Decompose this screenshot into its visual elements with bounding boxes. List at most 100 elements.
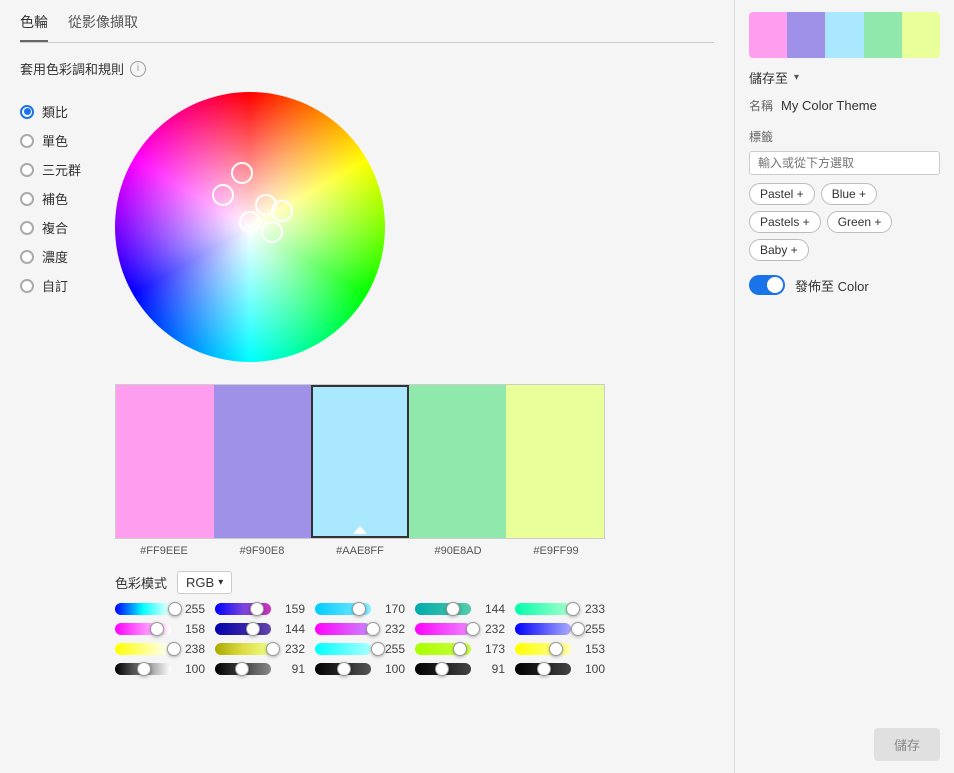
slider-track-1-0[interactable] — [215, 603, 271, 615]
slider-track-3-3[interactable] — [415, 663, 471, 675]
slider-thumb-2-0[interactable] — [352, 602, 366, 616]
slider-thumb-4-0[interactable] — [566, 602, 580, 616]
slider-thumb-3-0[interactable] — [446, 602, 460, 616]
swatch-0[interactable] — [116, 385, 214, 538]
slider-track-1-3[interactable] — [215, 663, 271, 675]
radio-monochrome[interactable]: 單色 — [20, 131, 95, 150]
slider-value-3-2: 173 — [477, 642, 505, 656]
slider-track-0-1[interactable] — [115, 623, 171, 635]
wheel-dot-1[interactable] — [212, 184, 234, 206]
wheel-dot-5[interactable] — [255, 194, 277, 216]
slider-thumb-4-3[interactable] — [537, 662, 551, 676]
tag-chip-0[interactable]: Pastel + — [749, 183, 815, 205]
radio-label-shades: 濃度 — [42, 247, 68, 266]
slider-thumb-3-3[interactable] — [435, 662, 449, 676]
slider-track-1-2[interactable] — [215, 643, 271, 655]
slider-row-2-0: 170 — [315, 602, 405, 616]
slider-track-2-1[interactable] — [315, 623, 371, 635]
tag-chip-3[interactable]: Green + — [827, 211, 893, 233]
slider-thumb-2-3[interactable] — [337, 662, 351, 676]
radio-label-custom: 自訂 — [42, 276, 68, 295]
tab-color-wheel[interactable]: 色輪 — [20, 12, 48, 42]
slider-thumb-0-0[interactable] — [168, 602, 182, 616]
slider-thumb-0-2[interactable] — [167, 642, 181, 656]
swatches-area: #FF9EEE#9F90E8#AAE8FF#90E8AD#E9FF99 色彩模式… — [115, 372, 714, 676]
slider-row-0-2: 238 — [115, 642, 205, 656]
radio-triad[interactable]: 三元群 — [20, 160, 95, 179]
swatch-1[interactable] — [214, 385, 312, 538]
wheel-dot-0[interactable] — [231, 162, 253, 184]
slider-track-0-3[interactable] — [115, 663, 171, 675]
publish-toggle[interactable] — [749, 275, 785, 295]
swatch-2[interactable] — [311, 385, 409, 538]
info-icon[interactable]: i — [130, 61, 146, 77]
slider-value-1-1: 144 — [277, 622, 305, 636]
color-mode-section: 色彩模式 RGB ▾ — [115, 571, 714, 594]
slider-thumb-0-3[interactable] — [137, 662, 151, 676]
tag-chip-4[interactable]: Baby + — [749, 239, 809, 261]
right-panel: 儲存至 ▾ 名稱 My Color Theme 標籤 Pastel +Blue … — [734, 0, 954, 773]
save-button[interactable]: 儲存 — [874, 728, 940, 761]
radio-label-triad: 三元群 — [42, 160, 81, 179]
hex-label-4: #E9FF99 — [507, 545, 605, 557]
preview-swatch-4 — [902, 12, 940, 58]
slider-thumb-1-2[interactable] — [266, 642, 280, 656]
color-wheel[interactable] — [115, 92, 385, 362]
radio-complementary[interactable]: 補色 — [20, 189, 95, 208]
slider-track-3-2[interactable] — [415, 643, 471, 655]
tags-label: 標籤 — [749, 128, 940, 145]
swatch-3[interactable] — [409, 385, 507, 538]
slider-row-2-1: 232 — [315, 622, 405, 636]
slider-track-3-1[interactable] — [415, 623, 471, 635]
radio-shades[interactable]: 濃度 — [20, 247, 95, 266]
slider-track-0-0[interactable] — [115, 603, 171, 615]
slider-thumb-0-1[interactable] — [150, 622, 164, 636]
slider-track-0-2[interactable] — [115, 643, 171, 655]
slider-thumb-3-2[interactable] — [453, 642, 467, 656]
slider-thumb-1-1[interactable] — [246, 622, 260, 636]
tab-image-extract[interactable]: 從影像擷取 — [68, 12, 138, 42]
publish-row: 發佈至 Color — [749, 275, 940, 295]
tag-chip-2[interactable]: Pastels + — [749, 211, 821, 233]
slider-row-4-3: 100 — [515, 662, 605, 676]
slider-value-4-0: 233 — [577, 602, 605, 616]
slider-thumb-3-1[interactable] — [466, 622, 480, 636]
publish-label: 發佈至 Color — [795, 276, 869, 295]
slider-track-2-2[interactable] — [315, 643, 371, 655]
swatch-arrow — [353, 526, 367, 534]
swatch-4[interactable] — [506, 385, 604, 538]
slider-track-1-1[interactable] — [215, 623, 271, 635]
slider-track-3-0[interactable] — [415, 603, 471, 615]
slider-track-4-2[interactable] — [515, 643, 571, 655]
slider-track-4-1[interactable] — [515, 623, 571, 635]
radio-analogy[interactable]: 類比 — [20, 102, 95, 121]
slider-thumb-4-1[interactable] — [571, 622, 585, 636]
slider-thumb-2-1[interactable] — [366, 622, 380, 636]
slider-track-2-3[interactable] — [315, 663, 371, 675]
slider-thumb-1-0[interactable] — [250, 602, 264, 616]
tag-chip-1[interactable]: Blue + — [821, 183, 877, 205]
slider-row-4-0: 233 — [515, 602, 605, 616]
slider-thumb-1-3[interactable] — [235, 662, 249, 676]
sliders-section: 2551582381001591442329117023225510014423… — [115, 602, 605, 676]
slider-track-4-3[interactable] — [515, 663, 571, 675]
tags-input[interactable] — [749, 151, 940, 175]
radio-custom[interactable]: 自訂 — [20, 276, 95, 295]
radio-compound[interactable]: 複合 — [20, 218, 95, 237]
wheel-dot-3[interactable] — [261, 221, 283, 243]
color-mode-select[interactable]: RGB ▾ — [177, 571, 232, 594]
radio-circle-monochrome — [20, 134, 34, 148]
theme-name-value[interactable]: My Color Theme — [781, 98, 877, 113]
slider-value-3-0: 144 — [477, 602, 505, 616]
slider-column-3: 14423217391 — [415, 602, 505, 676]
slider-track-4-0[interactable] — [515, 603, 571, 615]
save-to-row[interactable]: 儲存至 ▾ — [749, 68, 940, 87]
slider-thumb-2-2[interactable] — [371, 642, 385, 656]
slider-value-2-0: 170 — [377, 602, 405, 616]
slider-row-4-2: 153 — [515, 642, 605, 656]
slider-row-0-0: 255 — [115, 602, 205, 616]
slider-thumb-4-2[interactable] — [549, 642, 563, 656]
slider-track-2-0[interactable] — [315, 603, 371, 615]
radio-circle-complementary — [20, 192, 34, 206]
wheel-dot-2[interactable] — [239, 211, 261, 233]
